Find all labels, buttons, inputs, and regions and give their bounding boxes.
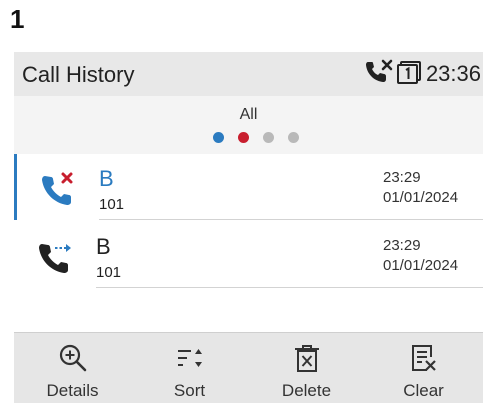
phone-screen: Call History 23:36 All B 101 23:29 01/01… xyxy=(14,52,483,403)
contact-name: B xyxy=(96,234,111,259)
call-time: 23:29 xyxy=(383,237,421,254)
call-row[interactable]: B 101 23:29 01/01/2024 xyxy=(14,154,483,220)
call-filter[interactable]: All xyxy=(14,96,483,154)
page-dot xyxy=(262,132,274,143)
clear-button[interactable]: Clear xyxy=(365,333,482,403)
sort-button[interactable]: Sort xyxy=(131,333,248,403)
sort-icon xyxy=(175,343,205,373)
page-indicator xyxy=(14,132,483,143)
missed-call-icon xyxy=(39,168,79,208)
delete-label: Delete xyxy=(281,381,332,400)
line-one-icon xyxy=(396,60,422,89)
delete-button[interactable]: Delete xyxy=(248,333,365,403)
details-button[interactable]: Details xyxy=(14,333,131,403)
call-timestamp: 23:29 01/01/2024 xyxy=(383,236,483,276)
call-date: 01/01/2024 xyxy=(383,189,459,206)
row-divider xyxy=(99,219,483,220)
contact-number: 101 xyxy=(99,196,125,213)
filter-label: All xyxy=(239,106,258,123)
missed-call-icon xyxy=(364,59,394,90)
sort-label: Sort xyxy=(173,381,206,400)
call-list: B 101 23:29 01/01/2024 B 101 23:29 01/01… xyxy=(14,154,483,332)
page-dot xyxy=(287,132,299,143)
page-dot xyxy=(212,132,224,143)
trash-icon xyxy=(292,343,322,373)
clock: 23:36 xyxy=(425,61,481,86)
page-dot xyxy=(237,132,249,143)
call-time: 23:29 xyxy=(383,169,421,186)
step-number: 1 xyxy=(10,4,25,34)
status-bar: Call History 23:36 xyxy=(14,52,483,96)
forwarded-call-icon xyxy=(36,236,76,276)
row-divider xyxy=(96,287,483,288)
call-timestamp: 23:29 01/01/2024 xyxy=(383,168,483,208)
contact-name: B xyxy=(99,166,114,191)
zoom-in-icon xyxy=(58,343,88,373)
call-date: 01/01/2024 xyxy=(383,257,459,274)
clear-label: Clear xyxy=(403,381,444,400)
contact-number: 101 xyxy=(96,264,122,281)
page-title: Call History xyxy=(22,62,135,87)
details-label: Details xyxy=(46,381,99,400)
softkey-bar: Details Sort Delete Clear xyxy=(14,332,483,403)
call-row[interactable]: B 101 23:29 01/01/2024 xyxy=(14,222,483,288)
clear-list-icon xyxy=(409,343,439,373)
status-icons: 23:36 xyxy=(364,59,481,90)
